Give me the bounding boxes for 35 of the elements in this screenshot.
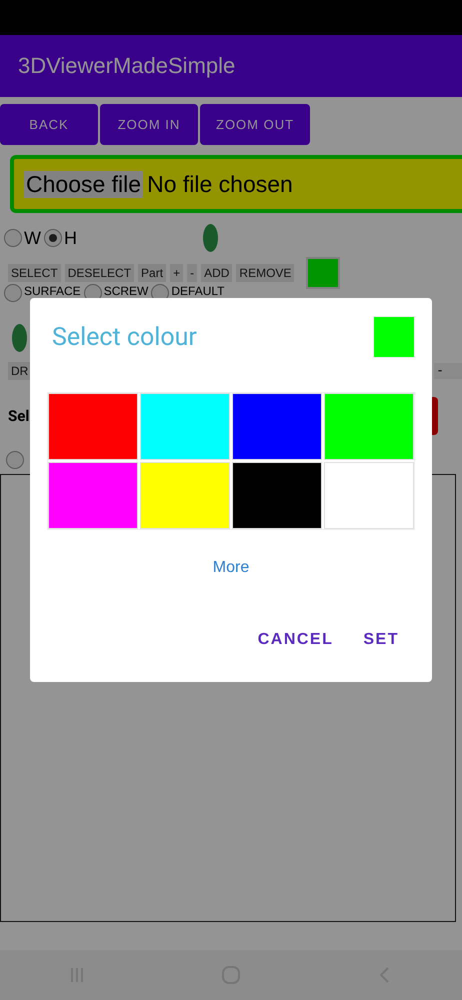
part-button[interactable]: - [187, 264, 198, 282]
select-label: Sel [8, 407, 30, 425]
file-status: No file chosen [147, 170, 293, 198]
toolbar-button[interactable]: BACK [0, 104, 98, 145]
more-button[interactable]: More [206, 558, 256, 578]
part-button[interactable]: SELECT [8, 264, 61, 282]
file-input[interactable]: Choose file No file chosen [10, 155, 462, 213]
dropdown[interactable]: - [434, 363, 462, 379]
toolbar-button[interactable]: ZOOM OUT [200, 104, 310, 145]
dialog-button[interactable]: CANCEL [252, 630, 340, 650]
radio-label: H [64, 228, 77, 248]
radio-button[interactable] [4, 229, 22, 247]
radio-label: SURFACE [24, 284, 81, 298]
radio-label: DEFAULT [171, 284, 224, 298]
dialog-button[interactable]: SET [357, 630, 405, 650]
toolbar-button[interactable]: ZOOM IN [100, 104, 198, 145]
radio-button[interactable] [4, 284, 22, 302]
radio-button[interactable] [6, 451, 24, 469]
slider-handle[interactable] [12, 324, 27, 352]
draw-button[interactable]: DR [8, 362, 32, 380]
choose-file-button[interactable]: Choose file [24, 170, 144, 198]
radio-label: W [24, 228, 41, 248]
colour-swatch[interactable] [306, 257, 340, 289]
part-button[interactable]: Part [138, 264, 166, 282]
radio-button[interactable] [44, 229, 62, 247]
colour-option[interactable] [232, 462, 322, 529]
app-title: 3DViewerMadeSimple [18, 53, 236, 79]
part-button[interactable]: + [170, 264, 184, 282]
part-button[interactable]: DESELECT [64, 264, 134, 282]
part-button[interactable]: REMOVE [236, 264, 294, 282]
colour-option[interactable] [232, 393, 322, 460]
dialog-title: Select colour [52, 322, 197, 352]
part-button[interactable]: ADD [201, 264, 232, 282]
radio-label: SCREW [104, 284, 148, 298]
slider-handle[interactable] [203, 224, 218, 252]
